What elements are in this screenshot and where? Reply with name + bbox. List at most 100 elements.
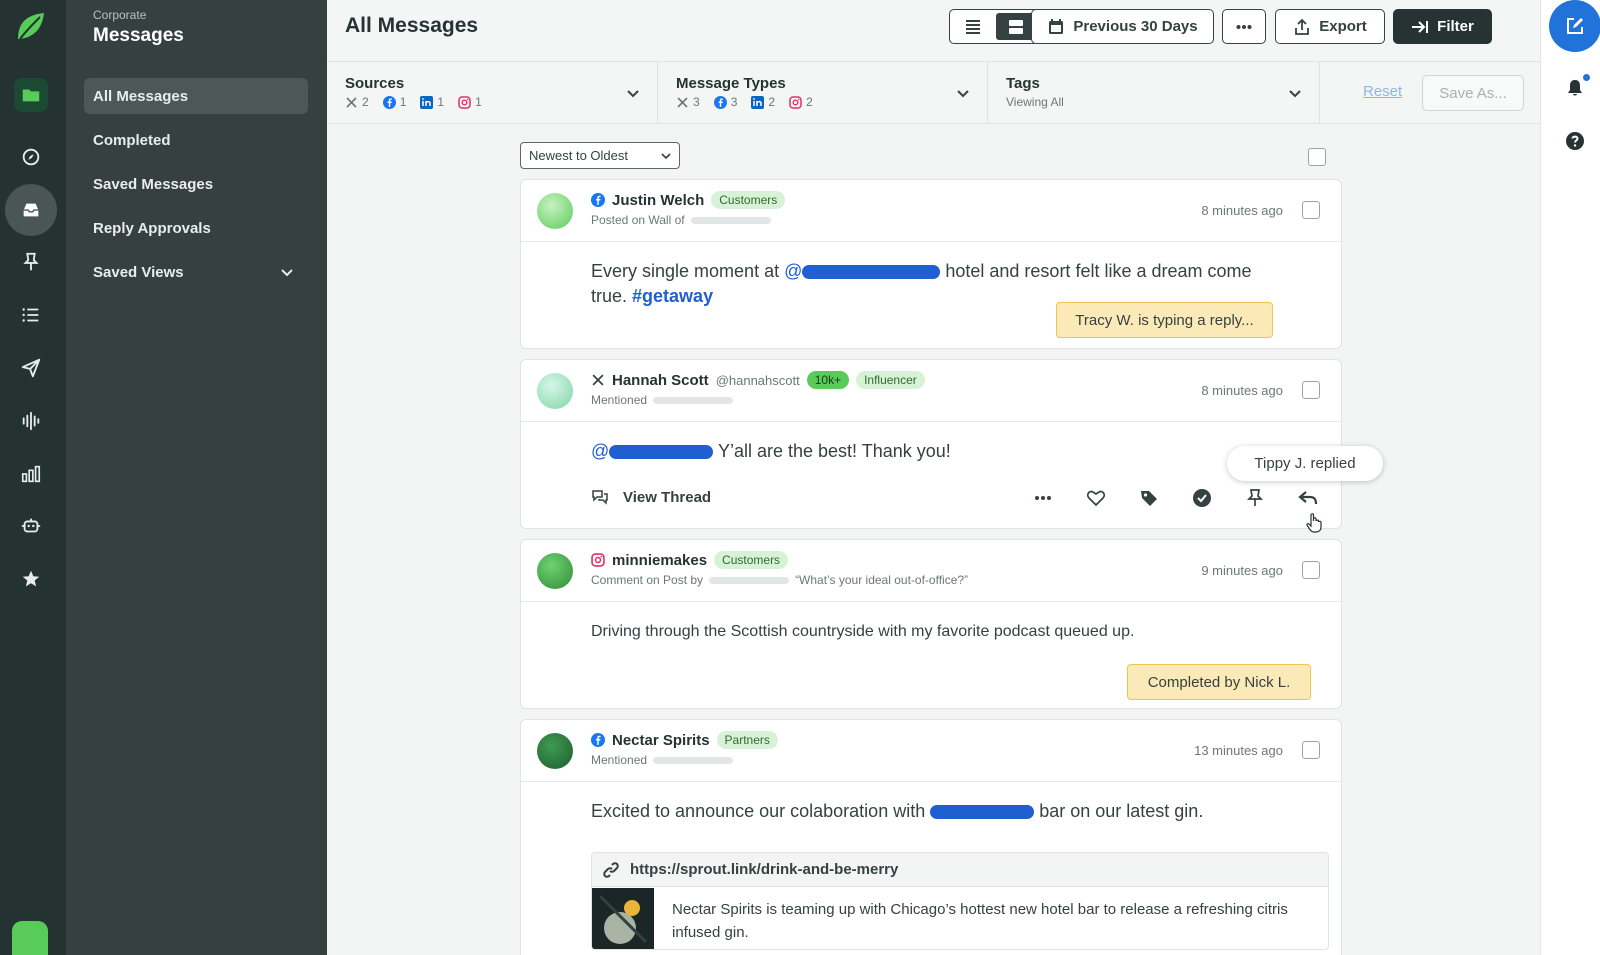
followers-badge: 10k+ xyxy=(806,371,850,389)
view-toggle xyxy=(949,9,1039,44)
author-handle: @hannahscott xyxy=(715,372,800,388)
list-view-toggle[interactable] xyxy=(953,13,992,40)
message-checkbox[interactable] xyxy=(1302,201,1320,219)
tag-badge: Influencer xyxy=(856,371,925,389)
page-header: All Messages Previous 30 Days Export Fil… xyxy=(327,0,1540,62)
pin-icon[interactable] xyxy=(14,245,48,279)
bot-icon[interactable] xyxy=(14,509,48,543)
sort-select[interactable]: Newest to Oldest xyxy=(520,142,680,169)
view-thread-button[interactable]: View Thread xyxy=(591,488,711,506)
sources-filter[interactable]: Sources 2 1 1 1 xyxy=(327,62,658,124)
date-range-button[interactable]: Previous 30 Days xyxy=(1031,9,1214,44)
tags-label: Tags xyxy=(1006,75,1040,92)
message-types-filter[interactable]: Message Types 3 3 2 2 xyxy=(658,62,988,124)
x-icon xyxy=(592,374,604,386)
message-checkbox[interactable] xyxy=(1302,741,1320,759)
bell-icon[interactable] xyxy=(1565,78,1585,98)
filter-button[interactable]: Filter xyxy=(1393,9,1492,44)
listening-icon[interactable] xyxy=(14,404,48,438)
tag-badge: Partners xyxy=(716,731,778,749)
hand-cursor-icon xyxy=(1306,513,1322,533)
folder-icon[interactable] xyxy=(14,78,48,112)
author-name[interactable]: Justin Welch xyxy=(612,192,704,209)
card-view-icon xyxy=(1008,19,1023,34)
mention-link[interactable]: @ xyxy=(591,441,714,461)
message-checkbox[interactable] xyxy=(1302,381,1320,399)
nav-item-saved-messages[interactable]: Saved Messages xyxy=(84,166,308,202)
instagram-icon xyxy=(789,95,802,109)
nav-item-label: Reply Approvals xyxy=(93,219,211,237)
filter-label: Filter xyxy=(1437,18,1474,35)
tags-value: Viewing All xyxy=(1006,95,1064,109)
redacted-mention[interactable] xyxy=(930,805,1035,820)
save-as-button[interactable]: Save As... xyxy=(1422,75,1524,111)
author-name[interactable]: Hannah Scott xyxy=(612,372,709,389)
redacted-text xyxy=(653,396,734,404)
card-view-toggle[interactable] xyxy=(996,13,1035,40)
reports-icon[interactable] xyxy=(14,457,48,491)
help-icon[interactable] xyxy=(1565,131,1585,151)
reply-icon[interactable] xyxy=(1298,488,1318,508)
tag-badge: Customers xyxy=(711,191,786,209)
types-facebook-count: 3 xyxy=(730,95,738,109)
chevron-down-icon xyxy=(281,269,293,277)
sources-linkedin-count: 1 xyxy=(437,95,445,109)
message-text: @ Y’all are the best! Thank you! xyxy=(521,422,1341,464)
message-card[interactable]: Nectar Spirits Partners Mentioned 13 min… xyxy=(520,719,1342,955)
message-text: Driving through the Scottish countryside… xyxy=(591,623,1135,640)
tag-badge: Customers xyxy=(714,551,789,569)
types-linkedin-count: 2 xyxy=(768,95,776,109)
tag-icon[interactable] xyxy=(1139,488,1159,508)
sprout-logo-icon[interactable] xyxy=(14,9,48,43)
filter-arrow-icon xyxy=(1412,20,1429,33)
message-card[interactable]: Justin Welch Customers Posted on Wall of… xyxy=(520,179,1342,349)
reset-link[interactable]: Reset xyxy=(1363,83,1402,100)
message-text-part: bar on our latest gin. xyxy=(1034,801,1204,821)
list-icon[interactable] xyxy=(14,298,48,332)
complete-check-icon[interactable] xyxy=(1192,488,1212,508)
nav-item-saved-views[interactable]: Saved Views xyxy=(84,254,308,290)
message-card[interactable]: Hannah Scott @hannahscott 10k+ Influence… xyxy=(520,359,1342,529)
hashtag-link[interactable]: #getaway xyxy=(632,286,713,306)
sources-counts: 2 1 1 1 xyxy=(345,95,482,109)
mention-link[interactable]: @ xyxy=(784,261,941,281)
star-icon[interactable] xyxy=(14,562,48,596)
export-button[interactable]: Export xyxy=(1275,9,1385,44)
more-options-button[interactable] xyxy=(1222,9,1266,44)
compose-button[interactable] xyxy=(1549,0,1600,52)
redacted-mention xyxy=(802,265,941,280)
nav-item-reply-approvals[interactable]: Reply Approvals xyxy=(84,210,308,246)
message-checkbox[interactable] xyxy=(1302,561,1320,579)
author-name[interactable]: minniemakes xyxy=(612,552,707,569)
send-icon[interactable] xyxy=(14,351,48,385)
list-view-icon xyxy=(965,19,980,34)
link-url[interactable]: https://sprout.link/drink-and-be-merry xyxy=(630,861,898,878)
message-text-part: Every single moment at xyxy=(591,261,785,281)
icon-rail xyxy=(0,0,66,955)
right-rail xyxy=(1540,0,1600,955)
types-x-count: 3 xyxy=(693,95,700,109)
more-icon[interactable] xyxy=(1033,488,1053,508)
nav-item-completed[interactable]: Completed xyxy=(84,122,308,158)
context-quote: “What’s your ideal out-of-office?” xyxy=(795,573,969,587)
message-context: Comment on Post by “What’s your ideal ou… xyxy=(591,573,968,587)
filter-bar: Sources 2 1 1 1 Message Types 3 3 2 2 Ta… xyxy=(327,62,1540,124)
inbox-icon[interactable] xyxy=(5,184,57,236)
message-types-counts: 3 3 2 2 xyxy=(676,95,813,109)
compose-icon xyxy=(1567,18,1583,34)
context-text: Mentioned xyxy=(591,393,648,407)
author-name[interactable]: Nectar Spirits xyxy=(612,732,710,749)
timestamp: 8 minutes ago xyxy=(1201,383,1283,398)
select-all-checkbox[interactable] xyxy=(1308,148,1326,166)
chevron-down-icon xyxy=(627,90,639,98)
link-preview[interactable]: https://sprout.link/drink-and-be-merry N… xyxy=(591,852,1329,950)
message-context: Mentioned xyxy=(591,753,734,767)
redacted-text xyxy=(690,216,771,224)
compass-icon[interactable] xyxy=(14,140,48,174)
nav-item-all-messages[interactable]: All Messages xyxy=(84,78,308,114)
heart-icon[interactable] xyxy=(1086,488,1106,508)
pin-icon[interactable] xyxy=(1245,488,1265,508)
tags-filter[interactable]: Tags Viewing All xyxy=(988,62,1320,124)
linkedin-icon xyxy=(420,95,434,109)
message-card[interactable]: minniemakes Customers Comment on Post by… xyxy=(520,539,1342,709)
